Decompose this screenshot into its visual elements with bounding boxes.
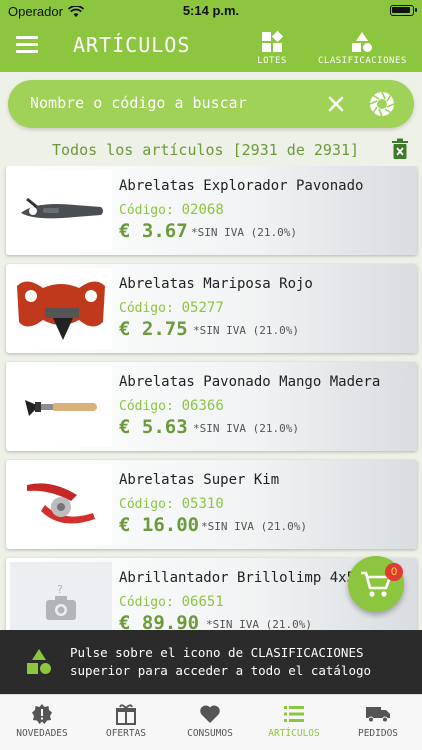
clasificaciones-button[interactable]: CLASIFICACIONES	[318, 30, 406, 66]
product-card[interactable]: Abrelatas Super Kim Código: 05310 € 16.0…	[6, 460, 417, 549]
articulos-icon	[284, 706, 304, 722]
search-input[interactable]: Nombre o código a buscar	[8, 80, 414, 128]
search-area: Nombre o código a buscar	[0, 72, 422, 136]
clasificaciones-icon	[27, 649, 51, 674]
product-card[interactable]: Abrelatas Explorador Pavonado Código: 02…	[6, 166, 417, 255]
tab-label: CONSUMOS	[187, 728, 233, 739]
product-code: Código: 02068	[119, 202, 224, 218]
product-price: € 5.63	[119, 416, 188, 438]
lotes-button[interactable]: LOTES	[252, 30, 292, 66]
product-tax-note: *SIN IVA (21.0%)	[201, 520, 307, 533]
camera-icon: ?	[46, 583, 76, 620]
tab-novedades[interactable]: NOVEDADES	[0, 703, 84, 739]
clasificaciones-label: CLASIFICACIONES	[318, 56, 407, 66]
lotes-label: LOTES	[257, 56, 287, 66]
product-tax-note: *SIN IVA (21.0%)	[193, 324, 299, 337]
product-price: € 16.00	[119, 514, 200, 536]
product-name: Abrillantador Brillolimp 4x5l C	[119, 570, 381, 586]
product-name: Abrelatas Pavonado Mango Madera	[119, 374, 381, 390]
tab-label: OFERTAS	[105, 728, 147, 739]
product-code: Código: 05277	[119, 300, 224, 316]
product-tax-note: *SIN IVA (21.0%)	[191, 226, 297, 239]
page-title: ARTÍCULOS	[73, 33, 191, 57]
product-image	[10, 366, 112, 447]
tab-articulos[interactable]: ARTÍCULOS	[252, 703, 336, 739]
menu-icon[interactable]	[16, 36, 38, 56]
product-code: Código: 05310	[119, 496, 224, 512]
list-header: Todos los artículos [2931 de 2931]	[0, 138, 422, 164]
status-bar: Operador 5:14 p.m.	[0, 0, 422, 22]
cart-button[interactable]: 0	[348, 556, 404, 612]
tab-label: PEDIDOS	[357, 728, 399, 739]
product-code: Código: 06651	[119, 594, 224, 610]
product-name: Abrelatas Explorador Pavonado	[119, 178, 364, 194]
pedidos-icon	[366, 707, 390, 723]
novedades-icon	[32, 704, 52, 724]
product-tax-note: *SIN IVA (21.0%)	[193, 422, 299, 435]
product-tax-note: *SIN IVA (21.0%)	[206, 618, 312, 630]
product-code: Código: 06366	[119, 398, 224, 414]
tab-consumos[interactable]: CONSUMOS	[168, 703, 252, 739]
product-card[interactable]: Abrelatas Pavonado Mango Madera Código: …	[6, 362, 417, 451]
product-price: € 2.75	[119, 318, 188, 340]
status-time: 5:14 p.m.	[182, 3, 240, 18]
product-image-placeholder: ?	[10, 562, 112, 630]
tab-bar: NOVEDADES OFERTAS CONSUMOS ARTÍCULOS PED…	[0, 694, 422, 750]
trash-icon[interactable]	[391, 138, 409, 160]
tab-label: ARTÍCULOS	[268, 728, 320, 739]
tab-pedidos[interactable]: PEDIDOS	[336, 703, 420, 739]
search-placeholder: Nombre o código a buscar	[30, 94, 247, 112]
product-card[interactable]: Abrelatas Mariposa Rojo Código: 05277 € …	[6, 264, 417, 353]
close-icon[interactable]	[324, 92, 348, 116]
nav-bar: ARTÍCULOS LOTES CLASIFICACIONES	[0, 22, 422, 72]
battery-icon	[390, 5, 417, 16]
article-count: Todos los artículos [2931 de 2931]	[52, 141, 360, 159]
clasificaciones-icon	[352, 32, 372, 52]
product-name: Abrelatas Super Kim	[119, 472, 280, 488]
product-image	[10, 170, 112, 251]
product-price: € 3.67	[119, 220, 188, 242]
svg-text:?: ?	[57, 583, 63, 596]
lotes-icon	[262, 31, 283, 52]
product-name: Abrelatas Mariposa Rojo	[119, 276, 313, 292]
product-image	[10, 268, 112, 349]
product-price: € 89.90	[119, 612, 200, 630]
consumos-icon	[200, 705, 220, 723]
info-banner: Pulse sobre el icono de CLASIFICACIONES …	[0, 630, 422, 694]
shutter-icon[interactable]	[368, 90, 396, 118]
product-image	[10, 464, 112, 545]
tab-ofertas[interactable]: OFERTAS	[84, 703, 168, 739]
tab-label: NOVEDADES	[16, 728, 68, 739]
cart-count-badge: 0	[385, 563, 403, 581]
banner-text: Pulse sobre el icono de CLASIFICACIONES …	[70, 645, 372, 678]
ofertas-icon	[116, 704, 136, 725]
